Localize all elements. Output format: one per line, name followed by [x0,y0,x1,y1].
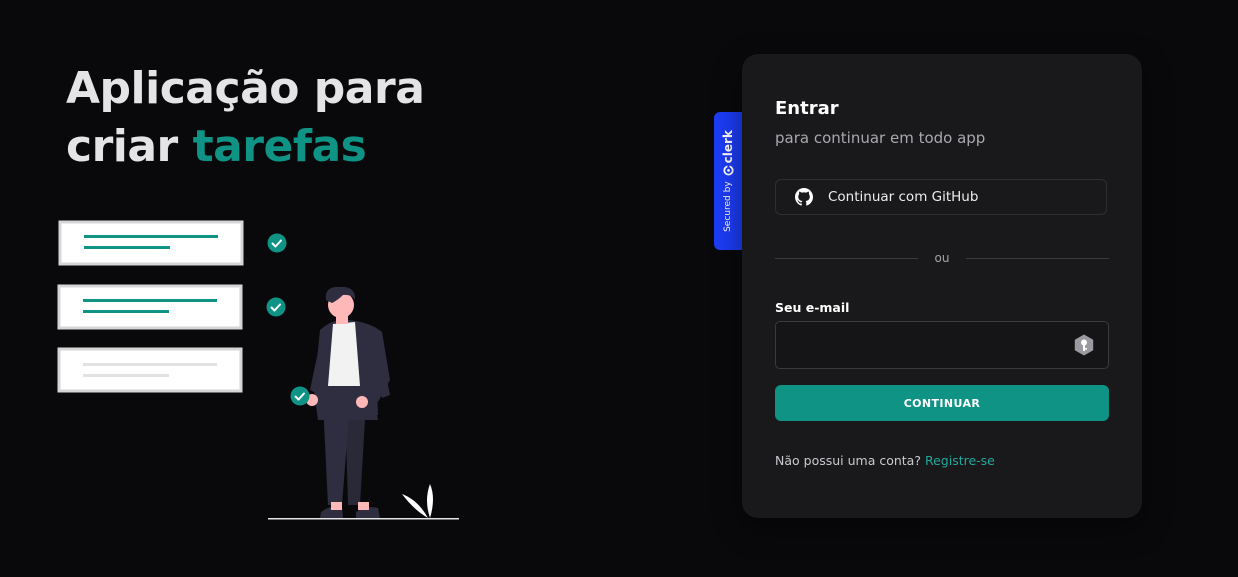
secured-by-clerk-badge[interactable]: Secured by clerk [714,112,742,250]
or-divider: ou [775,250,1110,266]
divider-text: ou [934,251,950,265]
task-card-3 [57,347,243,393]
card-subtitle: para continuar em todo app [775,129,986,147]
sign-in-page: Aplicação para criar tarefas Secured by … [0,0,1238,577]
divider-line [966,257,1110,259]
plant [402,484,433,518]
clerk-logo-icon [722,165,734,176]
github-signin-button[interactable]: Continuar com GitHub [775,179,1107,215]
check-icon [266,297,286,317]
continue-button[interactable]: CONTINUAR [775,385,1109,421]
card-title: Entrar [775,98,839,119]
badge-secured-text: Secured by [723,181,733,232]
ground-line [268,518,459,520]
divider-line [775,257,918,259]
password-manager-key-icon[interactable] [1072,333,1096,357]
signup-prompt: Não possui uma conta? Registre-se [775,453,995,468]
task-card-2 [57,284,243,330]
signup-link[interactable]: Registre-se [925,453,995,468]
task-illustration [57,220,459,520]
check-icon [267,233,287,253]
github-icon [795,188,813,206]
badge-brand: clerk [721,130,735,164]
signup-prompt-text: Não possui uma conta? [775,453,921,468]
email-label: Seu e-mail [775,300,850,315]
person-figure [306,286,390,518]
task-card-1 [58,220,244,266]
email-input[interactable] [775,321,1109,369]
sign-in-card: Entrar para continuar em todo app Contin… [742,54,1142,518]
github-button-label: Continuar com GitHub [828,189,979,205]
check-icon [290,386,310,406]
